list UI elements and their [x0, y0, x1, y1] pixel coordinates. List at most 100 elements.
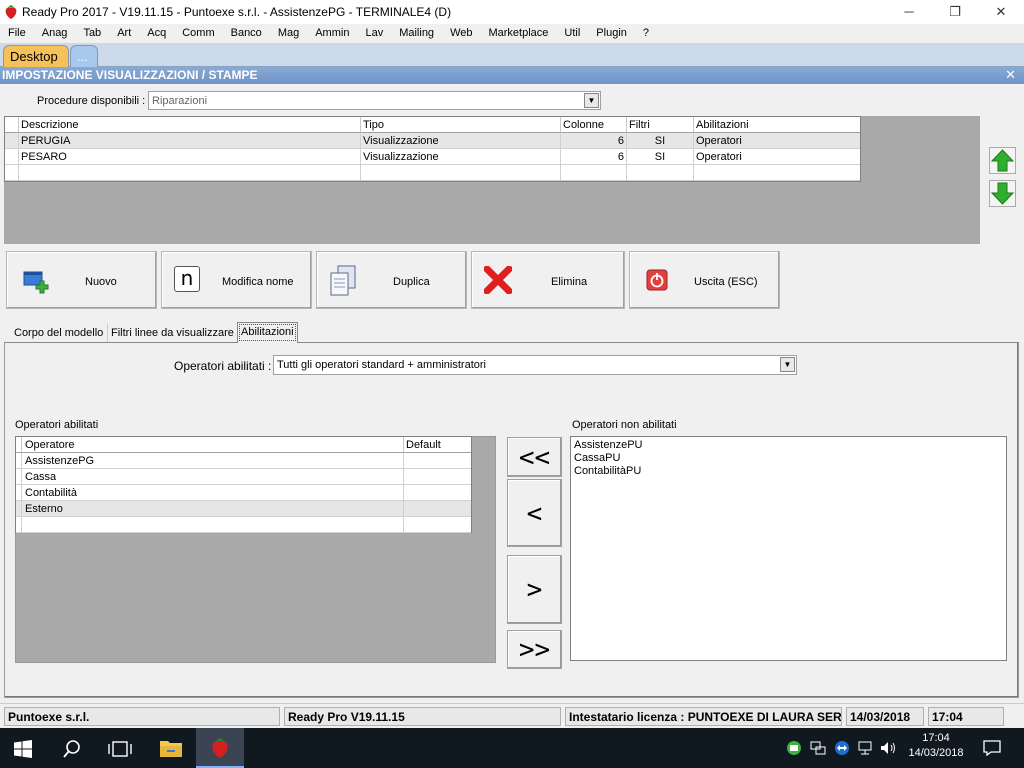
table-cell[interactable]	[404, 501, 471, 517]
table-cell[interactable]: Operatori	[694, 133, 860, 149]
minimize-button[interactable]: ─	[886, 0, 932, 24]
tab-filtri-linee[interactable]: Filtri linee da visualizzare	[107, 323, 238, 342]
table-cell[interactable]	[627, 165, 694, 181]
move-left-button[interactable]: <	[507, 479, 562, 547]
table-cell[interactable]	[694, 165, 860, 181]
uscita-button[interactable]: Uscita (ESC)	[629, 251, 780, 309]
search-icon[interactable]	[62, 739, 82, 759]
menu-marketplace[interactable]: Marketplace	[480, 24, 556, 39]
close-form-icon[interactable]: ✕	[1005, 67, 1016, 83]
table-cell[interactable]	[561, 165, 627, 181]
tab-desktop[interactable]: Desktop	[3, 45, 69, 67]
procedure-label: Procedure disponibili :	[37, 95, 146, 107]
table-cell[interactable]: SI	[627, 149, 694, 165]
strawberry-app-icon	[212, 738, 228, 758]
column-header[interactable]: Operatore	[22, 437, 404, 453]
tab-more[interactable]: ...	[70, 45, 98, 67]
menu-lav[interactable]: Lav	[357, 24, 391, 39]
windows-start-icon[interactable]	[14, 740, 32, 758]
column-header[interactable]: Default	[404, 437, 471, 453]
desktop-tab-strip: Desktop ...	[0, 43, 1024, 67]
list-item[interactable]: CassaPU	[574, 452, 1003, 465]
table-cell[interactable]	[361, 165, 561, 181]
menu-web[interactable]: Web	[442, 24, 480, 39]
task-view-icon[interactable]	[108, 740, 132, 758]
menu-bar: File Anag Tab Art Acq Comm Banco Mag Ammin Lav Mai…	[0, 24, 1024, 43]
column-header[interactable]: Filtri	[627, 117, 694, 133]
move-all-right-button[interactable]: >>	[507, 630, 562, 669]
table-cell[interactable]: Operatori	[694, 149, 860, 165]
menu-anag[interactable]: Anag	[34, 24, 76, 39]
table-cell[interactable]: Contabilità	[22, 485, 404, 501]
volume-icon[interactable]	[880, 740, 898, 756]
notifications-icon[interactable]	[983, 740, 1001, 756]
tab-abilitazioni[interactable]: Abilitazioni	[237, 322, 298, 343]
network-computer-icon[interactable]	[810, 740, 826, 756]
table-cell[interactable]: PESARO	[19, 149, 361, 165]
table-cell[interactable]: Visualizzazione	[361, 149, 561, 165]
procedure-select[interactable]: Riparazioni ▼	[148, 91, 601, 110]
move-all-left-button[interactable]: <<	[507, 437, 562, 477]
disabled-ops-list[interactable]: AssistenzePU CassaPU ContabilitàPU	[570, 436, 1007, 661]
taskbar-time: 17:04	[922, 732, 950, 744]
table-cell[interactable]	[404, 485, 471, 501]
elimina-button[interactable]: Elimina	[471, 251, 625, 309]
taskbar-clock[interactable]: 17:04 14/03/2018	[906, 732, 966, 759]
power-off-icon	[646, 269, 668, 291]
table-cell[interactable]	[404, 517, 471, 533]
nuovo-button[interactable]: Nuovo	[6, 251, 157, 309]
menu-mailing[interactable]: Mailing	[391, 24, 442, 39]
table-cell[interactable]: 6	[561, 133, 627, 149]
list-item[interactable]: ContabilitàPU	[574, 465, 1003, 478]
tab-corpo-modello[interactable]: Corpo del modello	[10, 323, 108, 342]
table-cell[interactable]	[22, 517, 404, 533]
column-header[interactable]: Colonne	[561, 117, 627, 133]
column-header[interactable]: Abilitazioni	[694, 117, 860, 133]
table-cell[interactable]	[19, 165, 361, 181]
menu-acq[interactable]: Acq	[139, 24, 174, 39]
move-down-button[interactable]	[989, 180, 1016, 207]
operatori-abilitati-value: Tutti gli operatori standard + amministr…	[277, 359, 486, 371]
dropdown-arrow-icon[interactable]: ▼	[584, 93, 599, 108]
table-cell[interactable]	[404, 469, 471, 485]
table-cell[interactable]: PERUGIA	[19, 133, 361, 149]
row-selector[interactable]	[5, 165, 19, 181]
move-right-button[interactable]: >	[507, 555, 562, 624]
dropdown-arrow-icon[interactable]: ▼	[780, 357, 795, 372]
close-window-button[interactable]: ✕	[978, 0, 1024, 24]
duplica-button[interactable]: Duplica	[316, 251, 467, 309]
table-cell[interactable]: SI	[627, 133, 694, 149]
tray-app-icon[interactable]	[786, 740, 802, 756]
menu-tab[interactable]: Tab	[75, 24, 109, 39]
menu-util[interactable]: Util	[556, 24, 588, 39]
menu-help[interactable]: ?	[635, 24, 657, 39]
operatori-abilitati-label: Operatori abilitati :	[174, 359, 272, 373]
modifica-nome-button[interactable]: n Modifica nome	[161, 251, 312, 309]
move-up-button[interactable]	[989, 147, 1016, 174]
menu-comm[interactable]: Comm	[174, 24, 222, 39]
column-header[interactable]: Tipo	[361, 117, 561, 133]
operatori-abilitati-select[interactable]: Tutti gli operatori standard + amministr…	[273, 355, 797, 375]
menu-file[interactable]: File	[0, 24, 34, 39]
table-cell[interactable]: Cassa	[22, 469, 404, 485]
table-cell[interactable]: 6	[561, 149, 627, 165]
table-cell[interactable]: Esterno	[22, 501, 404, 517]
maximize-button[interactable]: ❐	[932, 0, 978, 24]
readypro-taskbar-button[interactable]	[196, 728, 244, 768]
menu-plugin[interactable]: Plugin	[588, 24, 635, 39]
list-item[interactable]: AssistenzePU	[574, 439, 1003, 452]
teamviewer-icon[interactable]	[834, 740, 850, 756]
menu-banco[interactable]: Banco	[223, 24, 270, 39]
network-icon[interactable]	[858, 740, 874, 756]
menu-ammin[interactable]: Ammin	[307, 24, 357, 39]
delete-x-icon	[484, 266, 512, 294]
row-selector[interactable]	[5, 149, 19, 165]
menu-art[interactable]: Art	[109, 24, 139, 39]
column-header[interactable]: Descrizione	[19, 117, 361, 133]
row-selector[interactable]	[5, 133, 19, 149]
table-cell[interactable]: AssistenzePG	[22, 453, 404, 469]
file-explorer-icon[interactable]	[159, 738, 183, 758]
table-cell[interactable]: Visualizzazione	[361, 133, 561, 149]
menu-mag[interactable]: Mag	[270, 24, 307, 39]
table-cell[interactable]	[404, 453, 471, 469]
